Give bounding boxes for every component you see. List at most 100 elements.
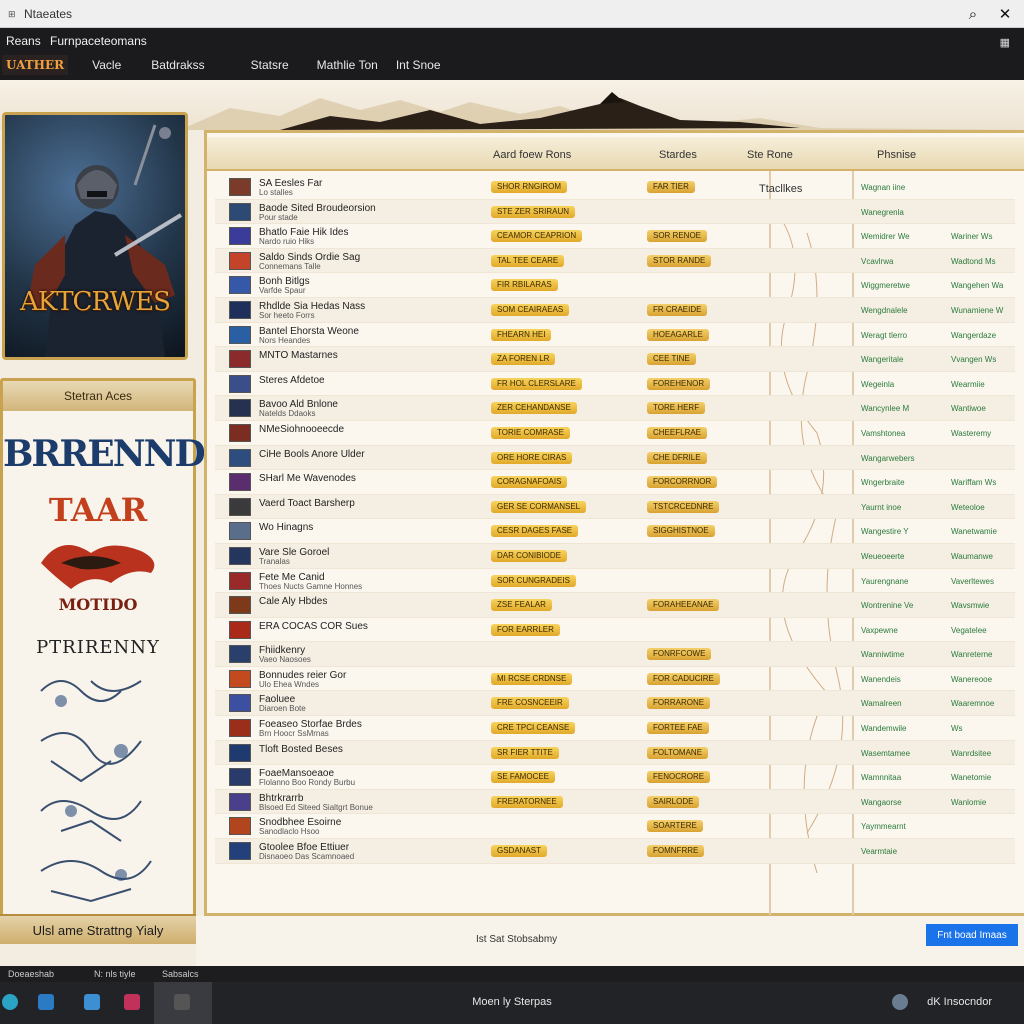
genre-tag[interactable]: FRE COSNCEEIR — [491, 697, 569, 710]
table-row[interactable]: Bhatlo Faie Hik Ides Nardo ruio Hiks CEAMO… — [215, 224, 1015, 249]
platform-link[interactable]: Wanegrenla — [861, 208, 904, 217]
table-row[interactable]: Steres Afdetoe FR HOL CLERSLARE FOREHENOR W… — [215, 372, 1015, 397]
table-row[interactable]: Snodbhee Esoirne Sanodlaclo Hsoo SOARTERE Y… — [215, 814, 1015, 840]
sidebar-footer-button[interactable]: Ulsl ame Strattng Yialy — [0, 914, 196, 944]
genre-tag[interactable]: FRERATORNEE — [491, 795, 563, 808]
game-thumbnail[interactable] — [229, 817, 251, 836]
platform-link-secondary[interactable]: Wantiwoe — [951, 404, 986, 413]
genre-tag[interactable]: SOM CEAIRAEAS — [491, 303, 570, 316]
status-tag[interactable]: CHE DFRILE — [647, 451, 707, 464]
status-tag[interactable]: FOR CADUCIRE — [647, 672, 720, 685]
genre-tag[interactable]: SR FIER TTITE — [491, 746, 559, 759]
load-images-button[interactable]: Fnt boad Imaas — [926, 924, 1018, 946]
game-thumbnail[interactable] — [229, 423, 251, 442]
table-row[interactable]: Faoluee Diaroen Bote FRE COSNCEEIR FORRARON… — [215, 691, 1015, 717]
platform-link-secondary[interactable]: Wangehen Wa — [951, 281, 1003, 290]
search-icon[interactable]: ⌕ — [962, 4, 984, 24]
platform-link-secondary[interactable]: Wavsmwie — [951, 601, 989, 610]
table-row[interactable]: Bhtrkrarrb Blsoed Ed Siteed Sialtgrt Bonu… — [215, 789, 1015, 815]
platform-link-secondary[interactable]: Wanlomie — [951, 798, 986, 807]
table-row[interactable]: SA Eesles Far Lo stalles SHOR RNGIROM FAR T… — [215, 175, 1015, 200]
genre-tag[interactable]: FHEARN HEI — [491, 328, 552, 341]
status-tag[interactable]: TORE HERF — [647, 402, 706, 415]
platform-link-secondary[interactable]: Wanetwamie — [951, 527, 997, 536]
grid-icon[interactable]: ▦ — [1000, 36, 1010, 49]
platform-link-secondary[interactable]: Wariffam Ws — [951, 478, 996, 487]
platform-link[interactable]: Wamnnitaa — [861, 773, 901, 782]
status-tag[interactable]: TSTCRCEDNRE — [647, 500, 720, 513]
genre-tag[interactable]: FOR EARRLER — [491, 623, 560, 636]
platform-link[interactable]: Weueoeerte — [861, 552, 904, 561]
game-thumbnail[interactable] — [229, 546, 251, 565]
table-row[interactable]: Fhiidkenry Vaeo Naosoes FONRFCOWE Wanniwtim… — [215, 642, 1015, 667]
status-tag[interactable]: FOLTOMANE — [647, 746, 709, 759]
game-thumbnail[interactable] — [229, 448, 251, 467]
platform-link[interactable]: Wanniwtime — [861, 650, 904, 659]
platform-link-secondary[interactable]: Wariner Ws — [951, 232, 992, 241]
game-thumbnail[interactable] — [229, 719, 251, 738]
platform-link-secondary[interactable]: Wanreterne — [951, 650, 993, 659]
platform-link-secondary[interactable]: Wasteremy — [951, 429, 991, 438]
nav-item-3[interactable]: Statsre — [251, 58, 289, 72]
status-tag[interactable]: SOR RENOE — [647, 230, 708, 243]
genre-tag[interactable]: ORE HORE CIRAS — [491, 451, 573, 464]
table-row[interactable]: Rhdlde Sia Hedas Nass Sor heeto Forrs SOM … — [215, 297, 1015, 323]
nav-item-2[interactable]: Batdrakss — [151, 58, 204, 72]
game-thumbnail[interactable] — [229, 645, 251, 664]
table-row[interactable]: CiHe Bools Anore Ulder ORE HORE CIRAS CHE … — [215, 445, 1015, 471]
platform-link[interactable]: Wngerbraite — [861, 478, 905, 487]
game-cover-image[interactable]: AKTCRWES — [2, 112, 188, 360]
game-thumbnail[interactable] — [229, 497, 251, 516]
game-thumbnail[interactable] — [229, 300, 251, 319]
table-row[interactable]: ERA COCAS COR Sues FOR EARRLER Vaxpewne Veg… — [215, 618, 1015, 643]
status-tag[interactable]: FORCORRNOR — [647, 476, 718, 489]
game-thumbnail[interactable] — [229, 202, 251, 221]
game-thumbnail[interactable] — [229, 399, 251, 418]
table-row[interactable]: Bavoo Ald Bnlone Natelds Ddaoks ZER CEHAND… — [215, 396, 1015, 421]
platform-link[interactable]: Vamshtonea — [861, 429, 905, 438]
genre-tag[interactable]: ZA FOREN LR — [491, 353, 556, 366]
platform-link-secondary[interactable]: Ws — [951, 724, 963, 733]
genre-tag[interactable]: FIR RBILARAS — [491, 279, 558, 292]
column-header-phsnise[interactable]: Phsnise — [877, 149, 916, 161]
close-icon[interactable]: ✕ — [994, 4, 1016, 24]
status-tag[interactable]: SAIRLODE — [647, 795, 700, 808]
status-tag[interactable]: CEE TINE — [647, 353, 696, 366]
sidebar-header[interactable]: Stetran Aces — [3, 381, 193, 411]
platform-link-secondary[interactable]: Vegatelee — [951, 626, 987, 635]
game-thumbnail[interactable] — [229, 596, 251, 615]
status-tag[interactable]: FORTEE FAE — [647, 722, 709, 735]
game-thumbnail[interactable] — [229, 276, 251, 295]
platform-link[interactable]: Wangarwebers — [861, 454, 915, 463]
genre-tag[interactable]: DAR CONIBIODE — [491, 549, 568, 562]
status-tag[interactable]: STOR RANDE — [647, 254, 712, 267]
column-header-stardes[interactable]: Stardes — [659, 149, 697, 161]
status-tag[interactable]: SIGGHISTNOE — [647, 525, 715, 538]
genre-tag[interactable]: ZER CEHANDANSE — [491, 402, 577, 415]
table-row[interactable]: Bonnudes reier Gor Ulo Ehea Wndes MI RCSE … — [215, 667, 1015, 692]
game-thumbnail[interactable] — [229, 743, 251, 762]
game-thumbnail[interactable] — [229, 350, 251, 369]
status-tag[interactable]: FENOCRORE — [647, 771, 711, 784]
table-row[interactable]: Gtoolee Bfoe Ettiuer Disnaoeo Das Scamnoa… — [215, 839, 1015, 864]
game-thumbnail[interactable] — [229, 768, 251, 787]
table-row[interactable]: MNTO Mastarnes ZA FOREN LR CEE TINE Wangeri… — [215, 347, 1015, 372]
table-row[interactable]: Bantel Ehorsta Weone Nors Heandes FHEARN H… — [215, 323, 1015, 348]
status-tag[interactable]: FAR TIER — [647, 181, 695, 193]
game-thumbnail[interactable] — [229, 325, 251, 344]
genre-tag[interactable]: FR HOL CLERSLARE — [491, 377, 582, 390]
platform-link[interactable]: Vaxpewne — [861, 626, 898, 635]
genre-tag[interactable]: SE FAMOCEE — [491, 771, 556, 784]
game-thumbnail[interactable] — [229, 522, 251, 541]
table-row[interactable]: Vare Sle Goroel Tranalas DAR CONIBIODE Weue… — [215, 543, 1015, 569]
platform-link-secondary[interactable]: Wanereooe — [951, 675, 992, 684]
game-thumbnail[interactable] — [229, 227, 251, 246]
platform-link[interactable]: Wemidrer We — [861, 232, 910, 241]
platform-link[interactable]: Yaurengnane — [861, 577, 908, 586]
logo[interactable]: UATHER — [2, 55, 69, 75]
platform-link-secondary[interactable]: Wangerdaze — [951, 331, 996, 340]
platform-link-secondary[interactable]: Wadtond Ms — [951, 257, 996, 266]
platform-link-secondary[interactable]: Vvangen Ws — [951, 355, 996, 364]
column-header-name[interactable]: Aard foew Rons — [493, 149, 571, 161]
platform-link[interactable]: Yaymmearnt — [861, 822, 906, 831]
